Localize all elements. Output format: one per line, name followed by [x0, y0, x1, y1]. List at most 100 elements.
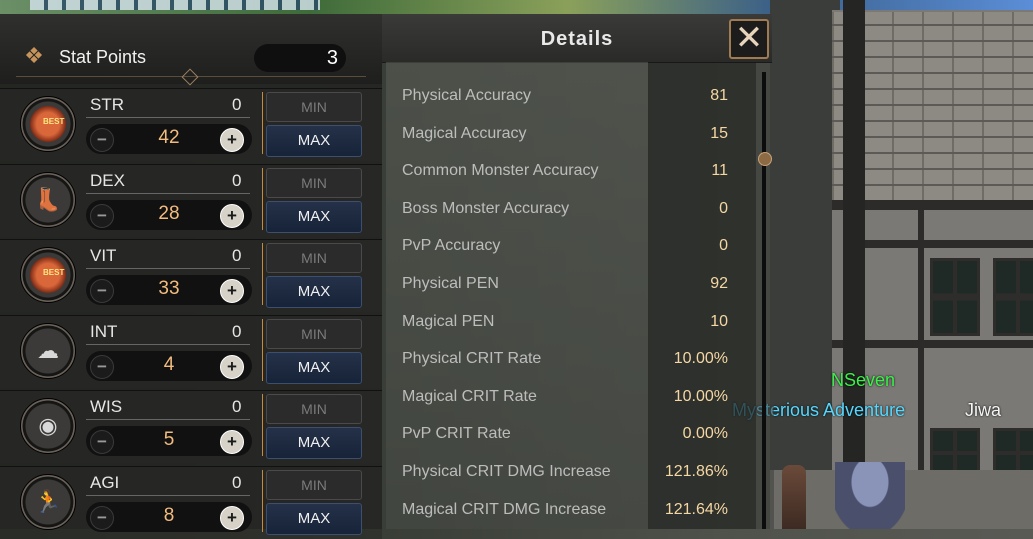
detail-value: 10.00%: [673, 350, 728, 368]
stat-row-str: ✊ BEST STR 0 − 42 + MIN MAX: [0, 88, 382, 161]
buff-icons-bar: [30, 0, 320, 10]
running-man-icon: 🏃: [20, 473, 76, 530]
detail-row: Physical CRIT Rate 10.00%: [402, 347, 752, 377]
best-badge: BEST: [30, 106, 66, 142]
wis-stepper: − 5 +: [86, 426, 252, 456]
details-scroll-thumb[interactable]: [758, 152, 772, 166]
dex-stepper: − 28 +: [86, 199, 252, 230]
str-increase-button[interactable]: +: [220, 128, 244, 152]
int-max-button[interactable]: MAX: [266, 351, 362, 384]
stat-base-value: 0: [232, 472, 242, 492]
stat-name: WIS: [90, 397, 123, 416]
detail-row: PvP Accuracy 0: [402, 234, 752, 264]
detail-row: Magical CRIT DMG Increase 121.64%: [402, 498, 752, 528]
player-character[interactable]: [835, 462, 905, 529]
detail-label: Magical CRIT Rate: [402, 387, 537, 405]
stat-points-label: Stat Points: [59, 47, 147, 67]
plus-icon: +: [227, 356, 237, 376]
plus-icon: +: [227, 281, 237, 300]
detail-label: Physical CRIT DMG Increase: [402, 463, 611, 480]
detail-label: Physical CRIT Rate: [402, 350, 542, 368]
stat-points-panel: ❖ Stat Points 3 ✊ BEST STR 0 − 42 + MIN …: [0, 14, 382, 539]
close-icon: ✕: [734, 19, 764, 57]
wis-max-button[interactable]: MAX: [266, 427, 362, 459]
close-button[interactable]: ✕: [729, 19, 769, 59]
details-scrollbar[interactable]: [762, 72, 766, 529]
stat-name: AGI: [90, 472, 120, 492]
stat-base-value: 0: [232, 95, 242, 114]
detail-label: PvP Accuracy: [402, 237, 501, 255]
stat-row-int: ☁ INT 0 − 4 + MIN MAX: [0, 314, 382, 388]
str-min-button[interactable]: MIN: [266, 92, 362, 122]
boot-icon: 👢: [20, 171, 76, 228]
npc-character[interactable]: [782, 465, 806, 529]
stat-base-value: 0: [232, 246, 242, 265]
agi-max-button[interactable]: MAX: [266, 502, 362, 535]
plus-icon: +: [227, 507, 237, 527]
best-badge: BEST: [30, 257, 66, 293]
divider: [86, 192, 250, 194]
detail-label: Magical CRIT DMG Increase: [402, 500, 607, 518]
detail-value: 0: [719, 199, 728, 217]
detail-value: 121.86%: [664, 463, 728, 480]
stat-name: INT: [90, 321, 118, 341]
stat-row-vit: ♥ BEST VIT 0 − 33 + MIN MAX: [0, 239, 382, 312]
detail-value: 15: [710, 124, 728, 142]
details-header: Details ✕: [382, 14, 772, 63]
detail-row: Physical PEN 92: [402, 272, 752, 302]
details-panel: Details ✕ Physical Accuracy 81 Magical A…: [382, 14, 774, 529]
stat-emblem-glyph: 🏃: [34, 488, 62, 514]
vit-min-button[interactable]: MIN: [266, 243, 362, 273]
stat-name: VIT: [90, 246, 117, 265]
stat-base-value: 0: [232, 321, 242, 341]
vit-stepper: − 33 +: [86, 275, 252, 305]
dex-max-button[interactable]: MAX: [266, 200, 362, 233]
house-window: [993, 258, 1033, 336]
divider-ornament-icon: [181, 68, 199, 86]
agi-min-button[interactable]: MIN: [266, 469, 362, 500]
detail-row: Physical Accuracy 81: [402, 84, 752, 114]
dex-min-button[interactable]: MIN: [266, 167, 362, 198]
str-max-button[interactable]: MAX: [266, 125, 362, 157]
details-title: Details: [540, 28, 614, 50]
int-increase-button[interactable]: +: [220, 354, 244, 379]
player-nameplate[interactable]: NSeven: [831, 370, 895, 391]
vit-max-button[interactable]: MAX: [266, 276, 362, 308]
house-window: [930, 258, 980, 336]
detail-value: 81: [710, 87, 728, 104]
int-stepper: − 4 +: [86, 350, 252, 381]
other-player-nameplate[interactable]: Jiwa: [965, 400, 1001, 421]
vit-increase-button[interactable]: +: [220, 279, 244, 303]
detail-value: 10: [710, 312, 728, 330]
timber-beam: [865, 240, 1033, 248]
divider: [86, 343, 250, 345]
stat-name: DEX: [90, 170, 125, 190]
wis-increase-button[interactable]: +: [220, 430, 244, 454]
detail-row: Physical CRIT DMG Increase 121.86%: [402, 460, 752, 490]
dex-increase-button[interactable]: +: [220, 203, 244, 228]
detail-label: Magical PEN: [402, 312, 495, 330]
detail-value: 121.64%: [664, 500, 728, 518]
stat-points-icon: ❖: [24, 43, 44, 68]
stat-points-counter: 3: [254, 44, 346, 72]
stat-row-agi: 🏃 AGI 0 − 8 + MIN MAX: [0, 465, 382, 539]
plus-icon: +: [227, 130, 237, 149]
stat-emblem-glyph: 👢: [34, 186, 62, 212]
detail-label: PvP CRIT Rate: [402, 425, 511, 443]
detail-row: Boss Monster Accuracy 0: [402, 197, 752, 227]
stat-name: STR: [90, 95, 124, 114]
detail-label: Common Monster Accuracy: [402, 162, 599, 180]
timber-beam: [918, 210, 924, 470]
stat-base-value: 0: [232, 397, 242, 416]
detail-row: Common Monster Accuracy 11: [402, 159, 752, 189]
fist-icon: ✊ BEST: [20, 96, 76, 152]
agi-increase-button[interactable]: +: [220, 505, 244, 530]
int-min-button[interactable]: MIN: [266, 318, 362, 349]
detail-value: 0.00%: [682, 425, 728, 443]
wis-min-button[interactable]: MIN: [266, 394, 362, 424]
stat-row-wis: ◉ WIS 0 − 5 + MIN MAX: [0, 390, 382, 463]
wooden-pole: [843, 0, 865, 529]
divider: [86, 494, 250, 496]
detail-value: 92: [710, 275, 728, 292]
str-stepper: − 42 +: [86, 124, 252, 154]
